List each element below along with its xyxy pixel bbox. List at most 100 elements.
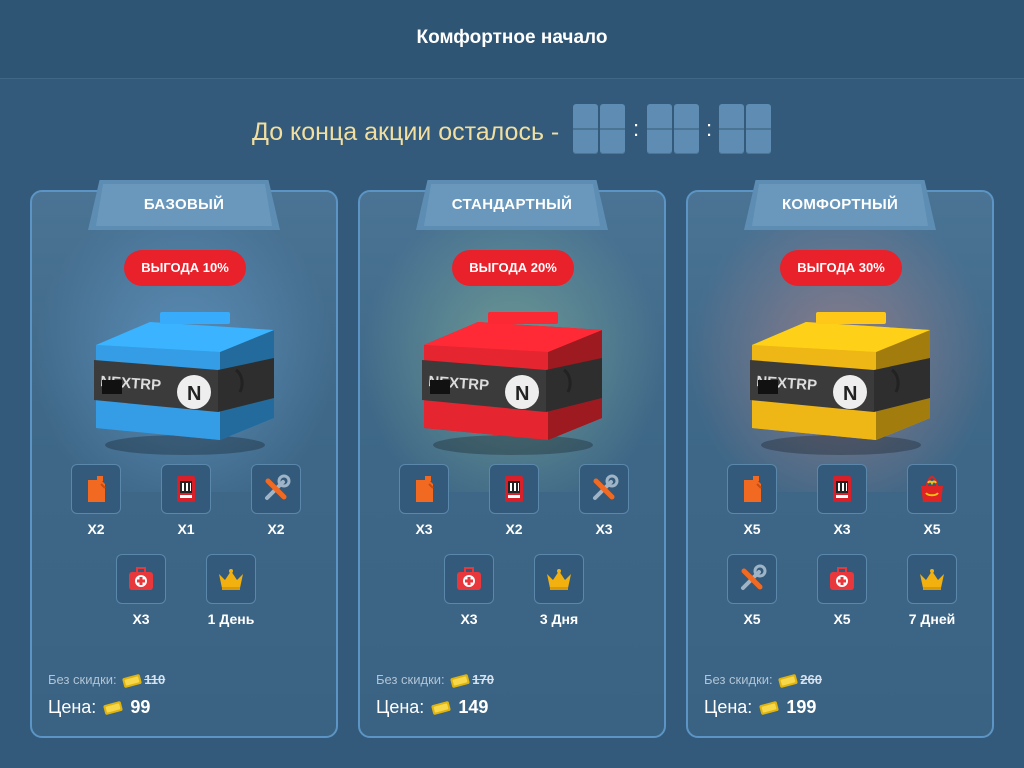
fuel-can-icon	[71, 464, 121, 514]
repair-kit-icon	[251, 464, 301, 514]
timer-digit-seconds-2	[746, 104, 771, 154]
first-aid-kit-icon	[444, 554, 494, 604]
offer-card-comfort[interactable]: КОМФОРТНЫЙ ВЫГОДА 30% NEXTRP N X5 X3 X5 X5 X5…	[686, 180, 994, 738]
offer-tab: БАЗОВЫЙ	[88, 180, 280, 230]
timer-digit-minutes-1	[647, 104, 672, 154]
current-price: Цена: 99	[48, 697, 308, 718]
reward-item: X3	[96, 554, 186, 634]
current-price: Цена: 199	[704, 697, 964, 718]
fuel-can-icon	[727, 464, 777, 514]
header-bar: Комфортное начало	[0, 0, 1024, 79]
repair-kit-icon	[579, 464, 629, 514]
original-price-value: 170	[472, 672, 494, 687]
reward-item: X5	[707, 464, 797, 544]
reward-quantity: X5	[743, 611, 761, 627]
original-price-value: 260	[800, 672, 822, 687]
svg-text:N: N	[187, 383, 201, 405]
reward-quantity: X3	[833, 521, 851, 537]
original-price: Без скидки: 260	[704, 672, 964, 689]
first-aid-kit-icon	[817, 554, 867, 604]
reward-item: X3	[424, 554, 514, 634]
reward-quantity: 3 Дня	[539, 611, 579, 627]
price-block: Без скидки: 110 Цена: 99	[48, 672, 308, 718]
reward-quantity: X2	[505, 521, 523, 537]
offer-tab: СТАНДАРТНЫЙ	[416, 180, 608, 230]
original-price: Без скидки: 170	[376, 672, 636, 689]
vip-crown-icon	[534, 554, 584, 604]
price-value: 99	[130, 696, 151, 717]
original-price: Без скидки: 110	[48, 672, 308, 689]
lottery-ticket-icon	[817, 464, 867, 514]
reward-item: 1 День	[186, 554, 276, 634]
reward-quantity: X5	[833, 611, 851, 627]
price-value: 199	[786, 696, 817, 717]
reward-item: 7 Дней	[887, 554, 977, 634]
coin-icon	[757, 697, 781, 717]
reward-item: X2	[231, 464, 321, 544]
reward-item: X5	[887, 464, 977, 544]
reward-item: X3	[797, 464, 887, 544]
lottery-ticket-icon	[489, 464, 539, 514]
reward-item: X3	[559, 464, 649, 544]
page-title: Комфортное начало	[416, 27, 608, 48]
offer-name: КОМФОРТНЫЙ	[781, 196, 899, 213]
reward-quantity: X2	[87, 521, 105, 537]
fuel-can-icon	[399, 464, 449, 514]
coin-icon	[101, 697, 125, 717]
reward-item: X2	[51, 464, 141, 544]
reward-quantity: X5	[743, 521, 761, 537]
price-label: Цена:	[48, 696, 97, 717]
price-block: Без скидки: 170 Цена: 149	[376, 672, 636, 718]
reward-item: X1	[141, 464, 231, 544]
price-value: 149	[458, 696, 489, 717]
crate-image: NEXTRP N	[418, 300, 608, 460]
coin-icon	[429, 697, 453, 717]
reward-quantity: X3	[132, 611, 150, 627]
offer-card-standard[interactable]: СТАНДАРТНЫЙ ВЫГОДА 20% NEXTRP N X3 X2 X3 X3 3…	[358, 180, 666, 738]
timer-digit-minutes-2	[674, 104, 699, 154]
coin-icon	[448, 672, 472, 688]
price-label: Цена:	[376, 696, 425, 717]
timer-separator: :	[706, 116, 713, 141]
reward-quantity: X3	[415, 521, 433, 537]
current-price: Цена: 149	[376, 697, 636, 718]
original-price-label: Без скидки:	[704, 672, 773, 687]
offer-tab: КОМФОРТНЫЙ	[744, 180, 936, 230]
original-price-label: Без скидки:	[376, 672, 445, 687]
lottery-ticket-icon	[161, 464, 211, 514]
reward-item: X5	[707, 554, 797, 634]
timer-label: До конца акции осталось -	[252, 118, 560, 146]
reward-item: X3	[379, 464, 469, 544]
timer-digit-seconds-1	[719, 104, 744, 154]
discount-badge: ВЫГОДА 10%	[124, 250, 246, 286]
reward-quantity: X3	[595, 521, 613, 537]
countdown-timer: До конца акции осталось - : :	[0, 104, 1024, 156]
reward-quantity: X3	[460, 611, 478, 627]
crate-image: NEXTRP N	[746, 300, 936, 460]
discount-badge: ВЫГОДА 20%	[452, 250, 574, 286]
reward-quantity: X1	[177, 521, 195, 537]
food-box-icon	[907, 464, 957, 514]
svg-text:N: N	[515, 383, 529, 405]
repair-kit-icon	[727, 554, 777, 604]
timer-separator: :	[633, 116, 640, 141]
coin-icon	[776, 672, 800, 688]
offer-card-basic[interactable]: БАЗОВЫЙ ВЫГОДА 10% NEXTRP N X2 X1 X2 X3 1 Ден…	[30, 180, 338, 738]
reward-quantity: X5	[923, 521, 941, 537]
price-block: Без скидки: 260 Цена: 199	[704, 672, 964, 718]
price-label: Цена:	[704, 696, 753, 717]
reward-item: X5	[797, 554, 887, 634]
reward-item: X2	[469, 464, 559, 544]
reward-quantity: 7 Дней	[908, 611, 956, 627]
timer-digit-hours-1	[573, 104, 598, 154]
offer-name: СТАНДАРТНЫЙ	[451, 196, 573, 213]
reward-quantity: 1 День	[207, 611, 255, 627]
original-price-value: 110	[144, 672, 166, 687]
offer-name: БАЗОВЫЙ	[143, 196, 225, 213]
timer-digit-hours-2	[600, 104, 625, 154]
vip-crown-icon	[907, 554, 957, 604]
first-aid-kit-icon	[116, 554, 166, 604]
vip-crown-icon	[206, 554, 256, 604]
discount-badge: ВЫГОДА 30%	[780, 250, 902, 286]
coin-icon	[120, 672, 144, 688]
